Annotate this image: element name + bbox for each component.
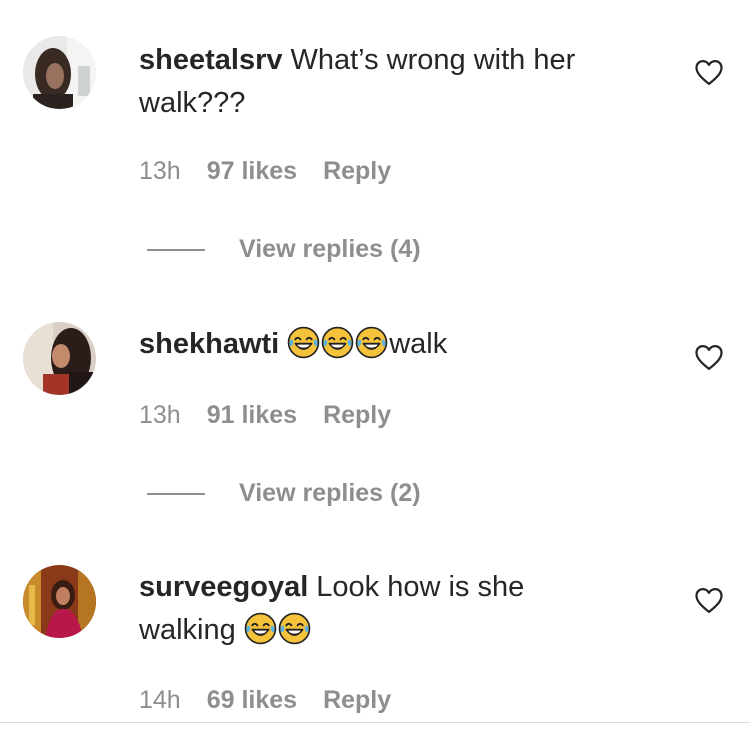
comment-likes[interactable]: 97 likes	[207, 157, 297, 185]
reply-button[interactable]: Reply	[323, 686, 391, 714]
divider-line	[147, 249, 205, 252]
face-with-tears-of-joy-icon	[355, 326, 388, 359]
heart-outline-icon[interactable]	[694, 586, 724, 614]
comment-username[interactable]: shekhawti	[139, 328, 279, 360]
comment-text: shekhawti walk	[139, 323, 659, 366]
comment-username[interactable]: sheetalsrv	[139, 44, 283, 76]
heart-outline-icon[interactable]	[694, 343, 724, 371]
avatar[interactable]	[23, 565, 96, 638]
view-replies-button[interactable]: View replies (4)	[147, 235, 421, 264]
comment-time: 13h	[139, 401, 181, 429]
comment-text: surveegoyal Look how is she walking	[139, 566, 659, 652]
view-replies-button[interactable]: View replies (2)	[147, 479, 421, 508]
face-with-tears-of-joy-icon	[321, 326, 354, 359]
comment-username[interactable]: surveegoyal	[139, 571, 308, 603]
comment-time: 13h	[139, 157, 181, 185]
comment-body: What’s wrong with her	[290, 44, 576, 76]
comment-likes[interactable]: 91 likes	[207, 401, 297, 429]
comment-likes[interactable]: 69 likes	[207, 686, 297, 714]
comment-body: Look how is she	[316, 571, 525, 603]
comment-time: 14h	[139, 686, 181, 714]
avatar[interactable]	[23, 36, 96, 109]
face-with-tears-of-joy-icon	[278, 612, 311, 645]
view-replies-label: View replies (2)	[239, 479, 421, 507]
comment-body-line-2: walk???	[139, 87, 246, 119]
comment-meta: 13h 91 likes Reply	[139, 401, 417, 430]
comment-meta: 14h 69 likes Reply	[139, 686, 417, 715]
comment-meta: 13h 97 likes Reply	[139, 157, 417, 186]
comment-text: sheetalsrv What’s wrong with her walk???	[139, 39, 659, 125]
view-replies-label: View replies (4)	[239, 235, 421, 263]
reply-button[interactable]: Reply	[323, 401, 391, 429]
heart-outline-icon[interactable]	[694, 58, 724, 86]
comment-body: walk	[389, 328, 448, 360]
face-with-tears-of-joy-icon	[244, 612, 277, 645]
reply-button[interactable]: Reply	[323, 157, 391, 185]
avatar[interactable]	[23, 322, 96, 395]
bottom-divider	[0, 722, 750, 723]
divider-line	[147, 493, 205, 496]
comment-body-line-2: walking	[139, 614, 236, 646]
face-with-tears-of-joy-icon	[287, 326, 320, 359]
